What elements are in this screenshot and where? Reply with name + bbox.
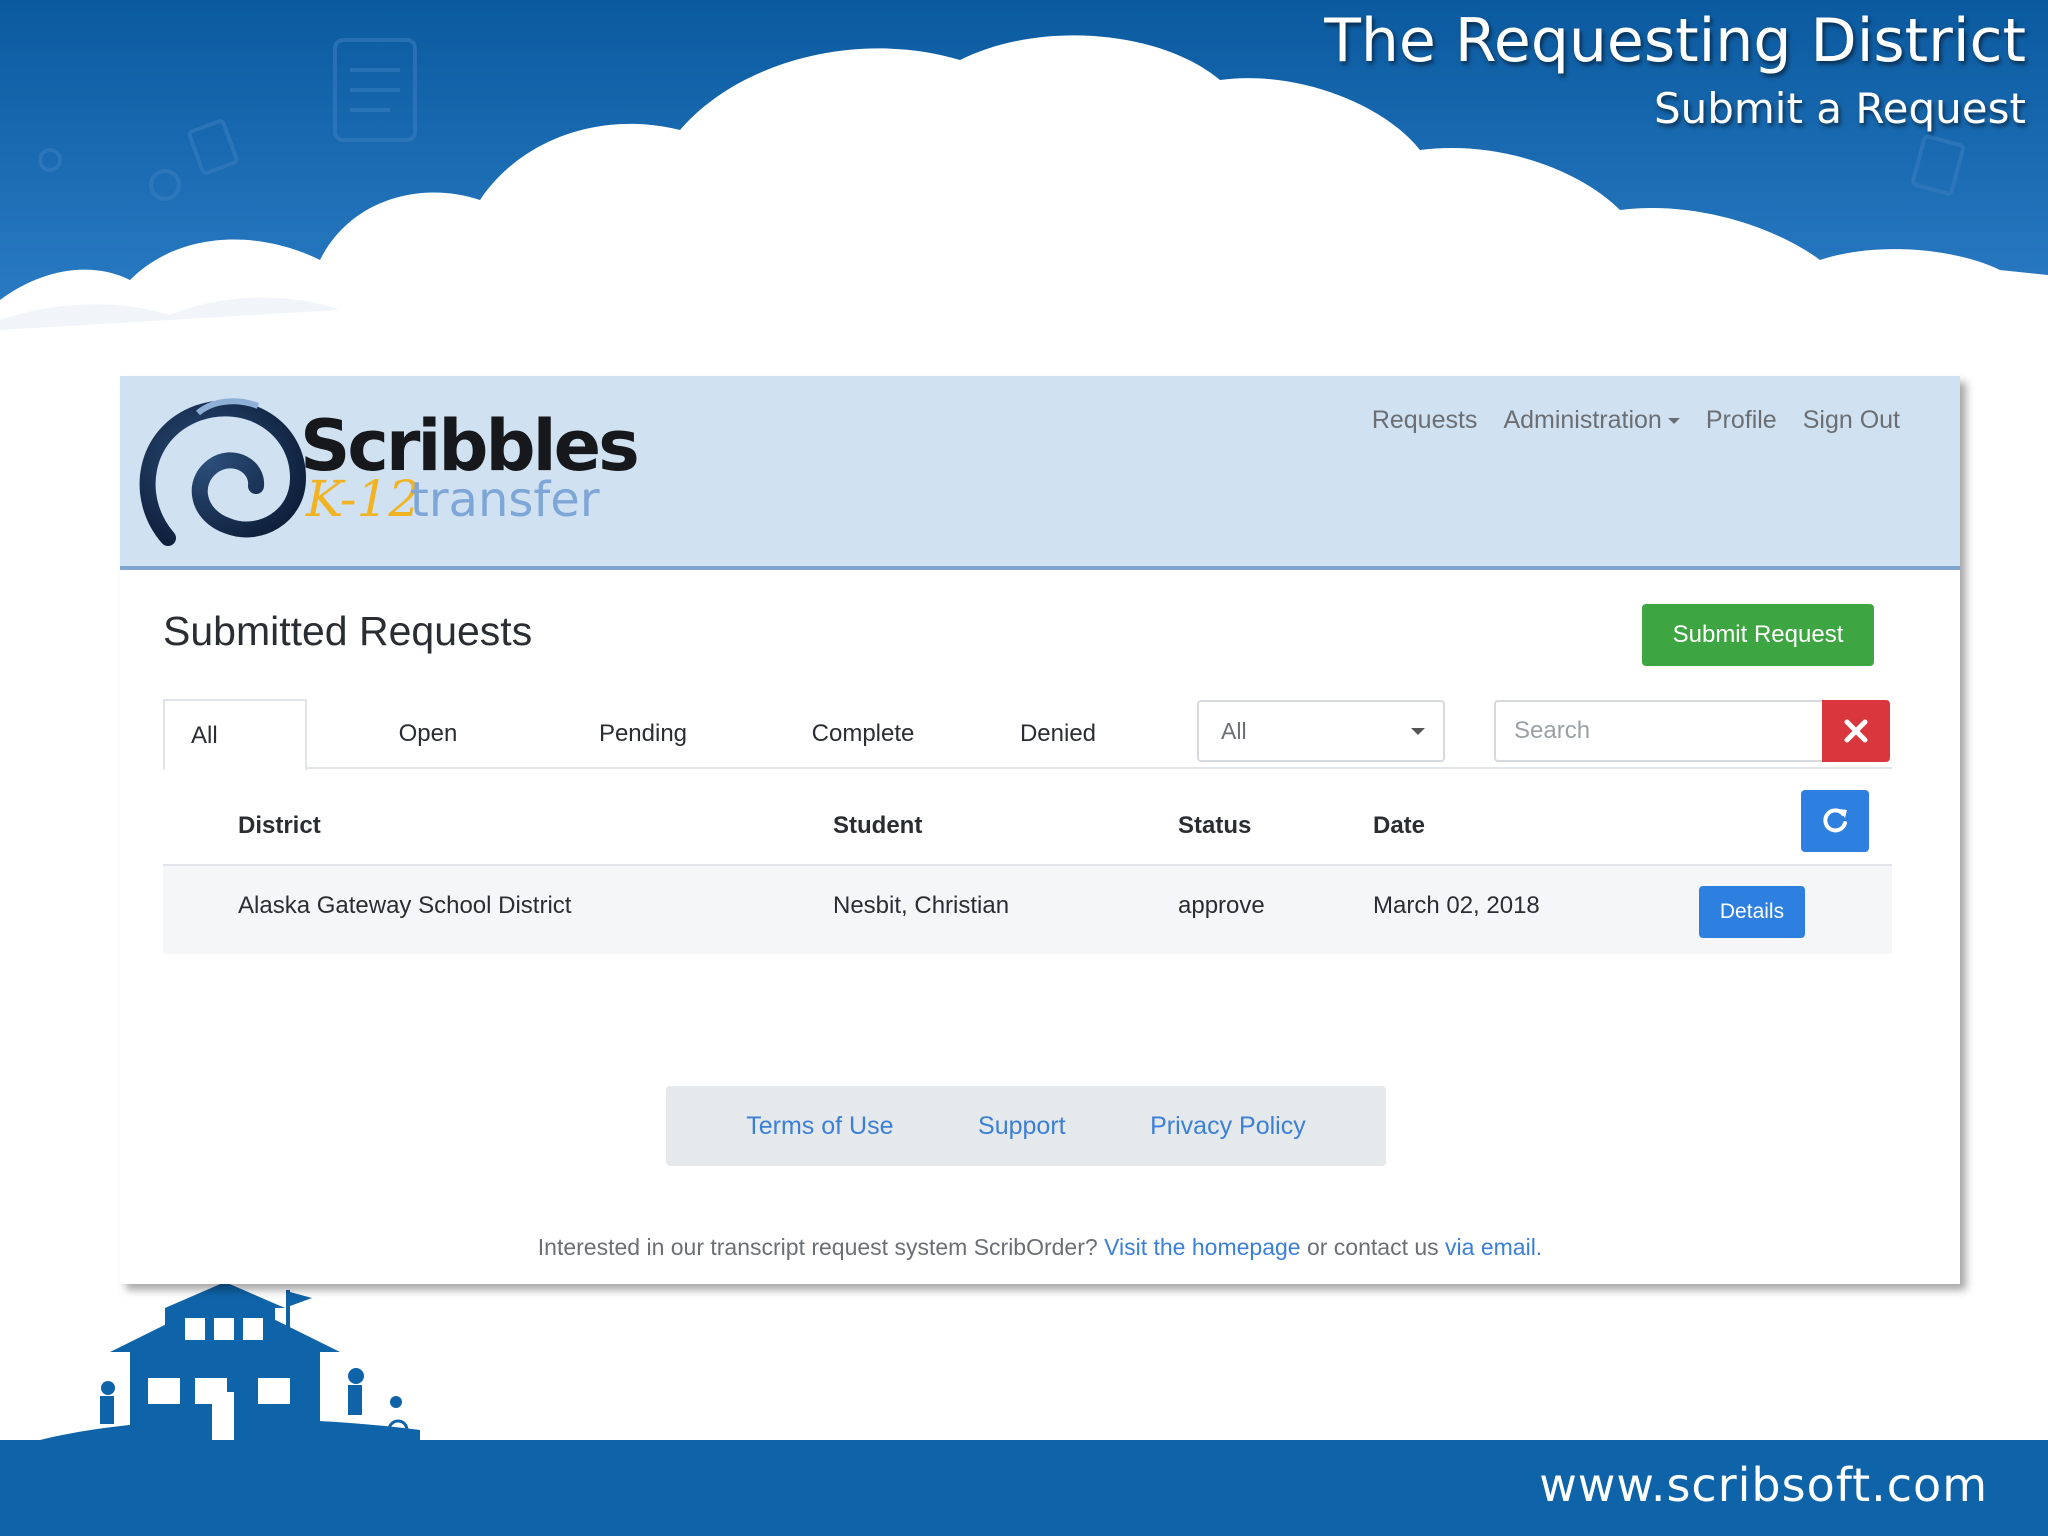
- cell-status: approve: [1178, 892, 1265, 919]
- nav-profile[interactable]: Profile: [1706, 406, 1777, 435]
- tab-all[interactable]: All: [163, 699, 307, 771]
- filter-select-value: All: [1221, 718, 1247, 744]
- search-input[interactable]: [1494, 700, 1824, 762]
- requests-table: District Student Status Date Alaska Gate…: [163, 786, 1892, 954]
- filter-select[interactable]: All: [1197, 700, 1445, 762]
- submit-request-button[interactable]: Submit Request: [1642, 604, 1874, 666]
- nav-requests[interactable]: Requests: [1372, 406, 1478, 435]
- cell-date: March 02, 2018: [1373, 892, 1540, 919]
- chevron-down-icon: [1411, 728, 1425, 735]
- slide-title: The Requesting District: [1324, 6, 2026, 76]
- nav-sign-out[interactable]: Sign Out: [1803, 406, 1900, 435]
- header-district: District: [238, 812, 321, 839]
- header-status: Status: [1178, 812, 1252, 839]
- details-button[interactable]: Details: [1699, 886, 1805, 938]
- tab-pending[interactable]: Pending: [563, 699, 723, 769]
- footer-links: Terms of Use Support Privacy Policy: [666, 1086, 1386, 1166]
- top-navbar: Scribbles K-12 transfer Requests Adminis…: [120, 376, 1960, 570]
- logo-tagline-k12: K-12: [305, 470, 420, 528]
- email-link[interactable]: via email.: [1445, 1234, 1542, 1260]
- cell-student: Nesbit, Christian: [833, 892, 1010, 919]
- footer-note: Interested in our transcript request sys…: [120, 1234, 1960, 1261]
- table-header: District Student Status Date: [163, 786, 1892, 866]
- header-student: Student: [833, 812, 923, 839]
- header-date: Date: [1373, 812, 1426, 839]
- refresh-button[interactable]: [1801, 790, 1869, 852]
- nav-administration[interactable]: Administration: [1503, 406, 1680, 435]
- slide-subtitle: Submit a Request: [1653, 84, 2026, 133]
- caret-down-icon: [1667, 418, 1680, 425]
- website-url: www.scribsoft.com: [1539, 1458, 1988, 1512]
- privacy-policy-link[interactable]: Privacy Policy: [1150, 1112, 1306, 1141]
- footer-text-middle: or contact us: [1306, 1234, 1439, 1260]
- tab-complete[interactable]: Complete: [773, 699, 953, 769]
- close-icon: [1844, 719, 1868, 743]
- clear-search-button[interactable]: [1822, 700, 1890, 762]
- table-row: Alaska Gateway School District Nesbit, C…: [163, 866, 1892, 954]
- tab-open[interactable]: Open: [363, 699, 493, 769]
- support-link[interactable]: Support: [978, 1112, 1066, 1141]
- terms-of-use-link[interactable]: Terms of Use: [746, 1112, 893, 1141]
- scribbles-logo[interactable]: Scribbles K-12 transfer: [138, 388, 658, 558]
- logo-tagline-transfer: transfer: [410, 472, 600, 528]
- homepage-link[interactable]: Visit the homepage: [1104, 1234, 1301, 1260]
- nav-administration-label: Administration: [1503, 406, 1662, 434]
- tab-denied[interactable]: Denied: [983, 699, 1133, 769]
- main-nav: Requests Administration Profile Sign Out: [1372, 406, 1900, 435]
- footer-text-before: Interested in our transcript request sys…: [537, 1234, 1098, 1260]
- cell-district: Alaska Gateway School District: [238, 892, 572, 919]
- refresh-icon: [1823, 808, 1847, 833]
- app-window: Scribbles K-12 transfer Requests Adminis…: [120, 376, 1960, 1284]
- page-title: Submitted Requests: [163, 608, 533, 654]
